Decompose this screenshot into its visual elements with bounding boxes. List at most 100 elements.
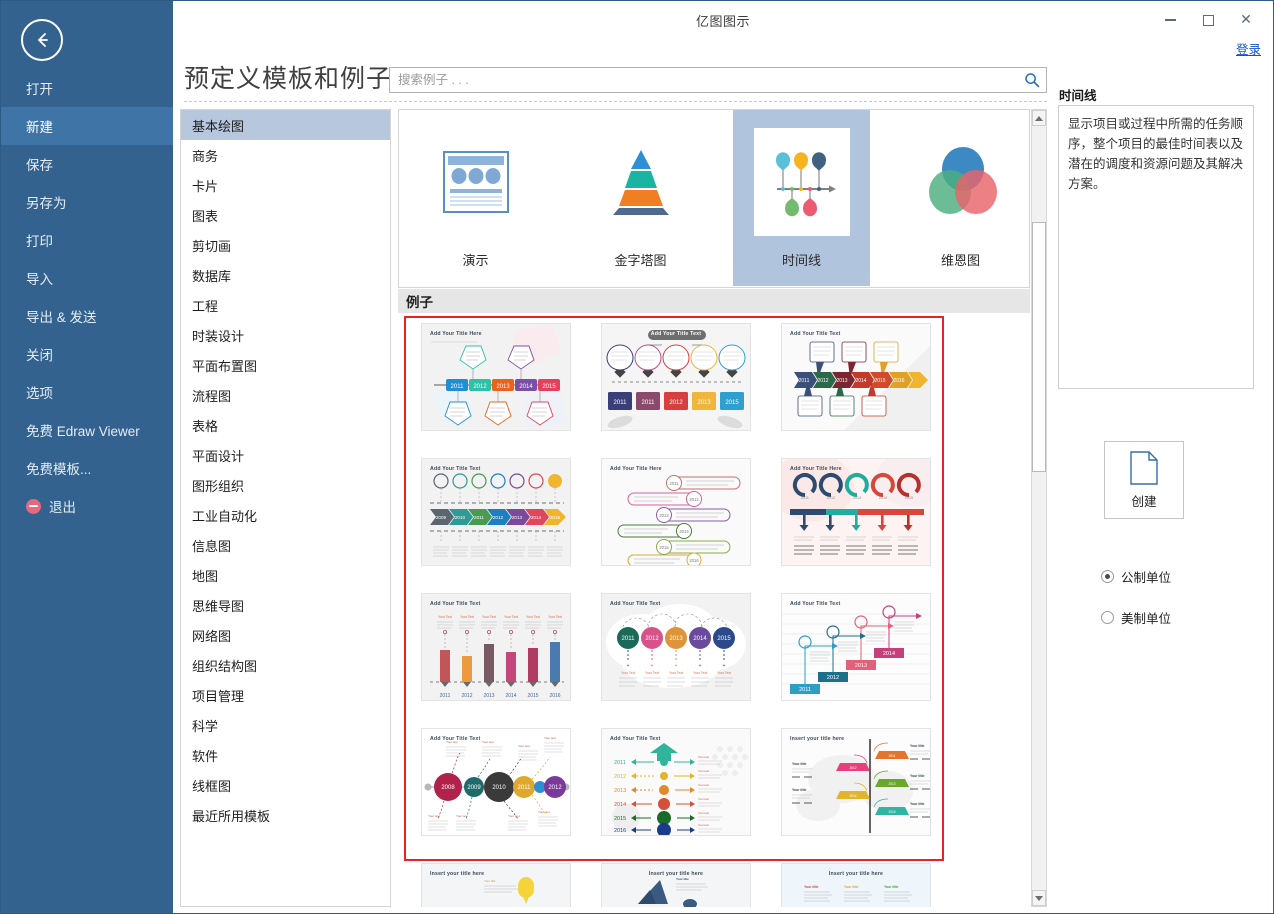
example-item[interactable]: 2011 2012 2013 2014 2015 2016 Add Your Title … [770,323,942,458]
sidebar-item-free-edraw-viewer[interactable]: 免费 Edraw Viewer [1,411,173,449]
svg-text:2011: 2011 [642,400,656,406]
svg-text:2015: 2015 [874,378,885,384]
example-item[interactable]: 2011 2012 2013 2014 2015 + + + + + Your … [590,593,762,728]
example-item[interactable]: 201120122013 201420152016 Add Your T [590,458,762,593]
category-item-chart[interactable]: 图表 [181,200,390,230]
category-item-org-chart[interactable]: 组织结构图 [181,650,390,680]
svg-text:2014: 2014 [505,693,516,699]
category-item-industrial-automation[interactable]: 工业自动化 [181,500,390,530]
svg-text:Your title: Your title [676,877,689,881]
sidebar-item-import[interactable]: 导入 [1,259,173,297]
svg-text:2012: 2012 [827,496,835,500]
sidebar-item-close[interactable]: 关闭 [1,335,173,373]
category-item-project-management[interactable]: 项目管理 [181,680,390,710]
category-item-map[interactable]: 地图 [181,560,390,590]
sidebar-item-quit[interactable]: 退出 [1,487,173,525]
category-item-wireframe[interactable]: 线框图 [181,770,390,800]
example-item[interactable]: 2011 2012 2013 2014 2015 2016 Your text … [590,728,762,863]
sidebar-item-save[interactable]: 保存 [1,145,173,183]
category-item-flowchart[interactable]: 流程图 [181,380,390,410]
search-box[interactable] [389,67,1047,93]
category-item-form[interactable]: 表格 [181,410,390,440]
svg-text:Your text: Your text [698,755,709,759]
template-card-venn[interactable]: 维恩图 [892,110,1029,286]
sidebar-item-open[interactable]: 打开 [1,69,173,107]
category-item-engineering[interactable]: 工程 [181,290,390,320]
sidebar-item-options[interactable]: 选项 [1,373,173,411]
create-button[interactable]: 创建 [1104,441,1184,519]
unit-option-imperial[interactable]: 美制单位 [1101,608,1171,627]
examples-scrollbar[interactable] [1031,109,1047,907]
example-item[interactable]: 2011 2012 2013 2014 Add Your Title Text [770,593,942,728]
scroll-thumb[interactable] [1032,222,1046,472]
template-card-presentation[interactable]: 演示 [407,110,544,286]
login-link[interactable]: 登录 [1236,39,1261,58]
svg-text:Your title: Your title [910,774,925,778]
category-item-basic-drawing[interactable]: 基本绘图 [181,110,390,140]
category-item-floor-plan[interactable]: 平面布置图 [181,350,390,380]
svg-text:2014: 2014 [855,378,866,384]
example-item[interactable]: 2009 2010 2011 2012 2013 2014 2015 Add Y… [410,458,582,593]
template-card-timeline[interactable]: 时间线 [733,110,870,286]
category-item-card[interactable]: 卡片 [181,170,390,200]
category-item-fashion-design[interactable]: 时装设计 [181,320,390,350]
svg-text:2013: 2013 [836,378,847,384]
maximize-icon [1202,14,1214,26]
scroll-down-button[interactable] [1032,890,1046,906]
category-item-graphic-organizer[interactable]: 图形组织 [181,470,390,500]
svg-text:2011: 2011 [518,785,532,791]
category-item-database[interactable]: 数据库 [181,260,390,290]
example-title: Add Your Title Text [430,466,481,472]
example-item[interactable]: 2008 2009 2010 2011 2012 Your text Your … [410,728,582,863]
template-card-pyramid[interactable]: 金字塔图 [572,110,709,286]
svg-text:Your text: Your text [698,783,709,787]
category-item-network-diagram[interactable]: 网络图 [181,620,390,650]
close-button[interactable]: ✕ [1227,5,1265,35]
example-item[interactable]: 2011 2012 2013 2014 2015 Add Your Title … [410,323,582,458]
example-item[interactable]: Your title Your title Your title Insert … [770,863,942,907]
unit-option-metric[interactable]: 公制单位 [1101,567,1171,586]
unit-option-label: 美制单位 [1121,612,1172,626]
example-item[interactable]: Your title Insert your title here [410,863,582,907]
category-item-software[interactable]: 软件 [181,740,390,770]
example-item[interactable]: 2011 2012 2013 2014 2015 Your title Your titl… [770,728,942,863]
example-item[interactable]: 2011 2011 2012 2013 2015 Add Your Title … [590,323,762,458]
category-label: 项目管理 [192,688,245,704]
sidebar-item-export-send[interactable]: 导出 & 发送 [1,297,173,335]
minimize-button[interactable] [1151,5,1189,35]
category-item-recent-templates[interactable]: 最近所用模板 [181,800,390,830]
timeline-thumb [753,128,850,236]
maximize-button[interactable] [1189,5,1227,35]
search-button[interactable] [1018,72,1046,88]
example-item[interactable]: 2011 2012 2013 2014 2015 Add Your Title … [770,458,942,593]
category-label: 网络图 [192,628,232,644]
sidebar-item-print[interactable]: 打印 [1,221,173,259]
search-icon [1025,73,1040,88]
category-item-mind-map[interactable]: 思维导图 [181,590,390,620]
category-item-infographic[interactable]: 信息图 [181,530,390,560]
category-label: 科学 [192,718,219,734]
sidebar-item-free-templates[interactable]: 免费模板... [1,449,173,487]
example-item[interactable]: Your title Insert your title here [590,863,762,907]
svg-text:2012: 2012 [645,636,659,642]
category-item-science[interactable]: 科学 [181,710,390,740]
svg-text:2016: 2016 [893,378,904,384]
search-input[interactable] [390,68,1018,92]
svg-text:Your Text: Your Text [621,671,635,675]
category-item-business[interactable]: 商务 [181,140,390,170]
category-label: 图表 [192,208,219,224]
category-item-graphic-design[interactable]: 平面设计 [181,440,390,470]
sidebar-item-new[interactable]: 新建 [1,107,173,145]
back-button[interactable] [21,19,63,61]
svg-text:2010: 2010 [455,515,466,520]
svg-text:2014: 2014 [693,636,707,642]
sidebar-item-label: 退出 [49,500,76,515]
sidebar-item-save-as[interactable]: 另存为 [1,183,173,221]
category-label: 流程图 [192,388,232,404]
example-title: Add Your Title Text [610,601,661,607]
svg-text:2013: 2013 [659,513,669,518]
category-item-clipart[interactable]: 剪切画 [181,230,390,260]
scroll-up-button[interactable] [1032,110,1046,126]
example-item[interactable]: 2011 2012 2013 2014 2015 2016 Your Text … [410,593,582,728]
info-panel-title: 时间线 [1059,89,1097,103]
